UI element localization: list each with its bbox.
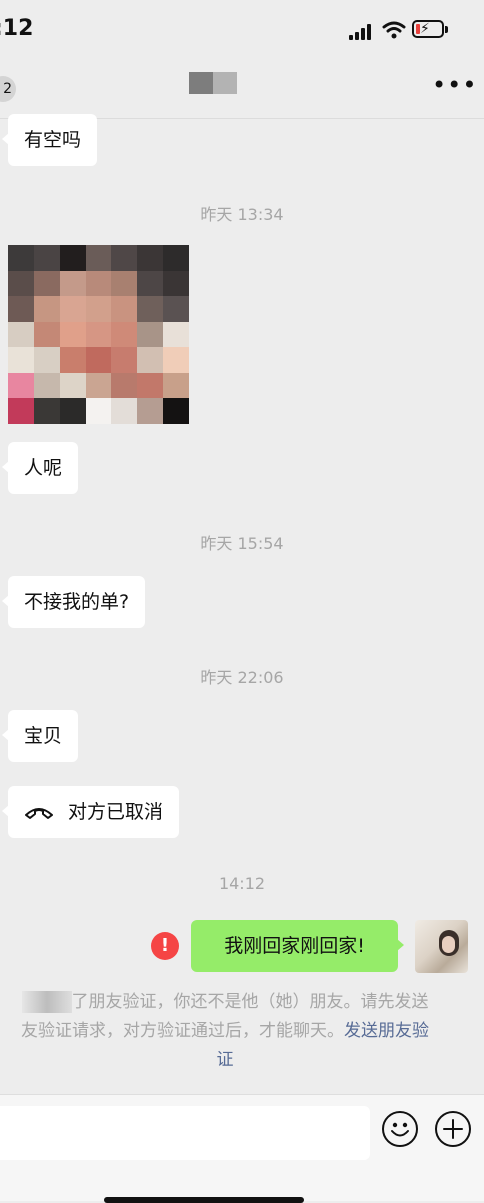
message-timestamp: 昨天 22:06: [200, 668, 284, 687]
send-friend-request-link-cont[interactable]: 证: [217, 1050, 234, 1070]
photo-mosaic-cell: [8, 296, 34, 322]
photo-mosaic-cell: [137, 398, 164, 424]
received-photo[interactable]: [8, 245, 189, 424]
photo-mosaic-cell: [137, 270, 164, 297]
photo-mosaic-cell: [85, 296, 112, 322]
battery-icon: ⚡: [412, 20, 444, 38]
photo-mosaic-cell: [137, 372, 164, 399]
back-button[interactable]: 2: [0, 76, 16, 102]
photo-mosaic-cell: [111, 372, 138, 399]
photo-mosaic-cell: [163, 270, 189, 297]
photo-mosaic-cell: [33, 372, 60, 399]
user-avatar[interactable]: [415, 920, 468, 973]
photo-mosaic-cell: [33, 398, 60, 424]
received-message[interactable]: 有空吗: [1, 114, 98, 166]
photo-mosaic-cell: [85, 398, 112, 424]
phone-hangup-icon: [25, 807, 53, 819]
message-timestamp: 14:12: [218, 874, 266, 893]
home-indicator: [104, 1197, 304, 1203]
received-message[interactable]: 宝贝: [1, 710, 79, 762]
call-record-label: 对方已取消: [68, 801, 164, 823]
photo-mosaic-cell: [85, 321, 112, 348]
photo-mosaic-cell: [85, 372, 112, 399]
cellular-signal-icon: [349, 24, 373, 40]
photo-mosaic-cell: [59, 270, 86, 297]
photo-mosaic-cell: [33, 321, 60, 348]
call-record-message[interactable]: 对方已取消: [1, 786, 180, 838]
photo-mosaic-cell: [8, 245, 34, 271]
photo-mosaic-cell: [59, 398, 86, 424]
send-friend-request-link[interactable]: 发送朋友验: [344, 1021, 429, 1041]
message-timestamp: 昨天 15:54: [200, 534, 284, 553]
message-input-bar: [0, 1094, 484, 1201]
more-options-button[interactable]: •••: [432, 73, 476, 98]
more-functions-button[interactable]: [435, 1111, 471, 1147]
photo-mosaic-cell: [59, 347, 86, 373]
photo-mosaic-cell: [111, 270, 138, 297]
photo-mosaic-cell: [59, 245, 86, 271]
photo-mosaic-cell: [111, 321, 138, 348]
wifi-icon: [382, 21, 406, 39]
photo-mosaic-cell: [33, 245, 60, 271]
photo-mosaic-cell: [137, 296, 164, 322]
send-failed-icon[interactable]: !: [151, 932, 179, 960]
emoji-icon: [391, 1122, 409, 1137]
received-message[interactable]: 不接我的单?: [1, 576, 146, 628]
photo-mosaic-cell: [33, 270, 60, 297]
photo-mosaic-cell: [111, 245, 138, 271]
photo-mosaic-cell: [59, 321, 86, 348]
plus-icon: [443, 1119, 463, 1139]
received-message[interactable]: 人呢: [1, 442, 79, 494]
sent-message[interactable]: 我刚回家刚回家!: [191, 920, 404, 972]
photo-mosaic-cell: [59, 372, 86, 399]
photo-mosaic-cell: [8, 372, 34, 399]
photo-mosaic-cell: [85, 270, 112, 297]
photo-mosaic-cell: [85, 245, 112, 271]
photo-mosaic-cell: [111, 398, 138, 424]
photo-mosaic-cell: [163, 372, 189, 399]
status-time: :12: [0, 16, 34, 41]
chat-title-redacted: [189, 72, 237, 94]
photo-mosaic-cell: [163, 347, 189, 373]
photo-mosaic-cell: [137, 347, 164, 373]
photo-mosaic-cell: [163, 398, 189, 424]
photo-mosaic-cell: [111, 296, 138, 322]
photo-mosaic-cell: [59, 296, 86, 322]
photo-mosaic-cell: [137, 321, 164, 348]
status-bar: :12 ⚡: [0, 0, 484, 64]
friend-verification-notice: 了朋友验证，你还不是他（她）朋友。请先发送 友验证请求，对方验证通过后，才能聊天…: [21, 991, 429, 1070]
battery-cap: [445, 26, 448, 33]
emoji-button[interactable]: [382, 1111, 418, 1147]
photo-mosaic-cell: [137, 245, 164, 271]
photo-mosaic-cell: [8, 321, 34, 348]
message-timestamp: 昨天 13:34: [200, 205, 284, 224]
redacted-name: [21, 991, 72, 1013]
photo-mosaic-cell: [33, 296, 60, 322]
photo-mosaic-cell: [163, 321, 189, 348]
photo-mosaic-cell: [8, 398, 34, 424]
photo-mosaic-cell: [111, 347, 138, 373]
photo-mosaic-cell: [163, 245, 189, 271]
photo-mosaic-cell: [85, 347, 112, 373]
chat-nav-bar: 2 •••: [0, 64, 484, 119]
photo-mosaic-cell: [33, 347, 60, 373]
photo-mosaic-cell: [8, 270, 34, 297]
photo-mosaic-cell: [8, 347, 34, 373]
photo-mosaic-cell: [163, 296, 189, 322]
message-input[interactable]: [0, 1106, 370, 1160]
